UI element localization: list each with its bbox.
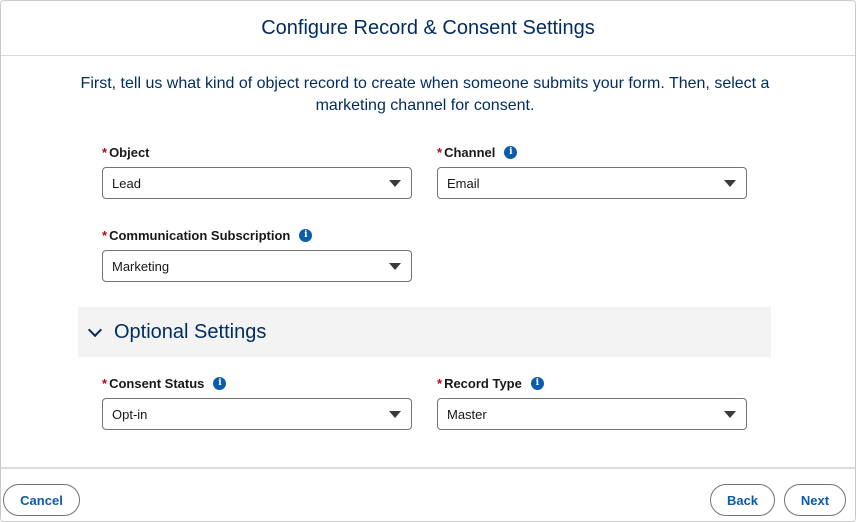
record-type-field: * Record Type i Master — [437, 374, 747, 430]
info-icon[interactable]: i — [299, 228, 313, 242]
communication-subscription-label-text: Communication Subscription — [109, 227, 291, 243]
modal-body: First, tell us what kind of object recor… — [1, 57, 855, 467]
record-type-select[interactable]: Master — [437, 398, 747, 430]
record-type-label: * Record Type i — [437, 374, 747, 392]
object-label: * Object — [102, 143, 412, 161]
info-icon[interactable]: i — [530, 376, 544, 390]
chevron-down-icon — [87, 322, 103, 337]
chevron-down-icon — [389, 410, 401, 418]
optional-settings-title: Optional Settings — [114, 320, 267, 343]
modal-title: Configure Record & Consent Settings — [261, 16, 595, 39]
modal-header: Configure Record & Consent Settings — [1, 1, 855, 56]
consent-status-field: * Consent Status i Opt-in — [102, 374, 412, 430]
object-label-text: Object — [109, 144, 150, 160]
channel-label: * Channel i — [437, 143, 747, 161]
next-button[interactable]: Next — [784, 484, 846, 516]
communication-subscription-field: * Communication Subscription i Marketing — [102, 226, 412, 282]
communication-subscription-label: * Communication Subscription i — [102, 226, 412, 244]
modal-footer: Cancel Back Next — [1, 467, 855, 521]
consent-status-label-text: Consent Status — [109, 375, 205, 391]
object-field: * Object Lead — [102, 143, 412, 199]
object-select[interactable]: Lead — [102, 167, 412, 199]
intro-text: First, tell us what kind of object recor… — [80, 75, 770, 114]
info-icon[interactable]: i — [504, 145, 518, 159]
communication-subscription-select[interactable]: Marketing — [102, 250, 412, 282]
optional-settings-toggle[interactable]: Optional Settings — [78, 307, 771, 357]
object-select-value: Lead — [112, 175, 141, 191]
required-marker: * — [437, 375, 443, 391]
back-button[interactable]: Back — [710, 484, 775, 516]
required-marker: * — [102, 375, 108, 391]
required-marker: * — [102, 144, 108, 160]
cancel-button[interactable]: Cancel — [3, 484, 80, 516]
required-marker: * — [102, 227, 108, 243]
consent-status-select[interactable]: Opt-in — [102, 398, 412, 430]
consent-status-select-value: Opt-in — [112, 406, 148, 422]
chevron-down-icon — [724, 179, 736, 187]
channel-field: * Channel i Email — [437, 143, 747, 199]
info-icon[interactable]: i — [213, 376, 227, 390]
consent-status-label: * Consent Status i — [102, 374, 412, 392]
chevron-down-icon — [389, 262, 401, 270]
channel-select[interactable]: Email — [437, 167, 747, 199]
channel-label-text: Channel — [444, 144, 496, 160]
record-type-label-text: Record Type — [444, 375, 522, 391]
record-type-select-value: Master — [447, 406, 487, 422]
chevron-down-icon — [389, 179, 401, 187]
required-marker: * — [437, 144, 443, 160]
communication-subscription-select-value: Marketing — [112, 258, 170, 274]
chevron-down-icon — [724, 410, 736, 418]
channel-select-value: Email — [447, 175, 480, 191]
consent-settings-modal: Configure Record & Consent Settings Firs… — [0, 0, 856, 522]
